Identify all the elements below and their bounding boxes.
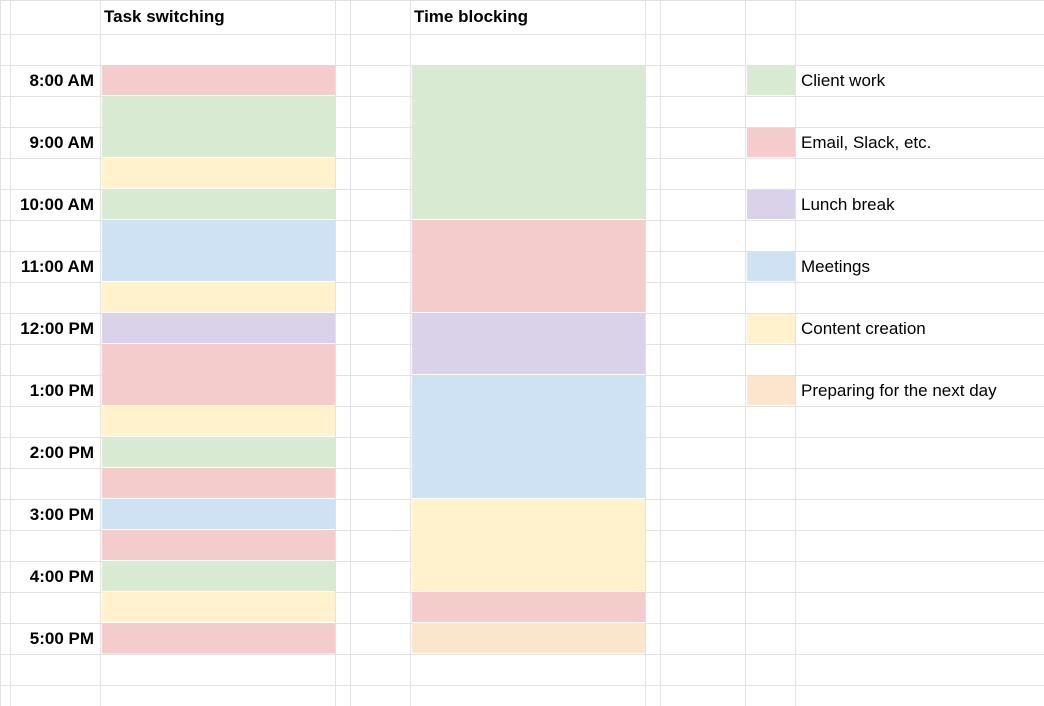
legend-swatch-meetings [747,252,795,281]
legend-label-content: Content creation [801,313,1040,344]
time-blocking-block[interactable] [412,499,645,591]
time-blocking-block[interactable] [412,65,645,219]
time-label-8: 4:00 PM [10,561,96,592]
task-switching-block[interactable] [102,499,335,529]
task-switching-block[interactable] [102,437,335,467]
legend-label-email_slack: Email, Slack, etc. [801,127,1040,158]
time-blocking-block[interactable] [412,592,645,622]
task-switching-block[interactable] [102,158,335,188]
task-switching-block[interactable] [102,561,335,591]
time-label-2: 10:00 AM [10,189,96,220]
time-blocking-block[interactable] [412,220,645,312]
task-switching-block[interactable] [102,530,335,560]
time-label-4: 12:00 PM [10,313,96,344]
time-label-3: 11:00 AM [10,251,96,282]
task-switching-block[interactable] [102,592,335,622]
time-label-9: 5:00 PM [10,623,96,654]
legend-label-meetings: Meetings [801,251,1040,282]
spreadsheet-canvas[interactable]: Task switching Time blocking 8:00 AM 9:00 A… [0,0,1044,706]
task-switching-block[interactable] [102,282,335,312]
task-switching-block[interactable] [102,189,335,219]
legend-swatch-client_work [747,66,795,95]
legend-label-lunch: Lunch break [801,189,1040,220]
time-label-0: 8:00 AM [10,65,96,96]
task-switching-block[interactable] [102,623,335,653]
header-task-switching: Task switching [104,0,331,34]
legend-label-next_day: Preparing for the next day [801,375,1040,406]
legend-swatch-email_slack [747,128,795,157]
time-blocking-block[interactable] [412,375,645,498]
header-time-blocking: Time blocking [414,0,641,34]
task-switching-block[interactable] [102,468,335,498]
time-label-6: 2:00 PM [10,437,96,468]
time-blocking-block[interactable] [412,313,645,374]
task-switching-block[interactable] [102,344,335,405]
time-label-7: 3:00 PM [10,499,96,530]
legend-swatch-lunch [747,190,795,219]
legend-swatch-content [747,314,795,343]
task-switching-block[interactable] [102,653,335,654]
time-blocking-block[interactable] [412,623,645,653]
task-switching-block[interactable] [102,220,335,281]
task-switching-block[interactable] [102,96,335,157]
time-label-5: 1:00 PM [10,375,96,406]
task-switching-block[interactable] [102,406,335,436]
task-switching-block[interactable] [102,65,335,95]
legend-swatch-next_day [747,376,795,405]
legend-label-client_work: Client work [801,65,1040,96]
time-label-1: 9:00 AM [10,127,96,158]
task-switching-block[interactable] [102,313,335,343]
